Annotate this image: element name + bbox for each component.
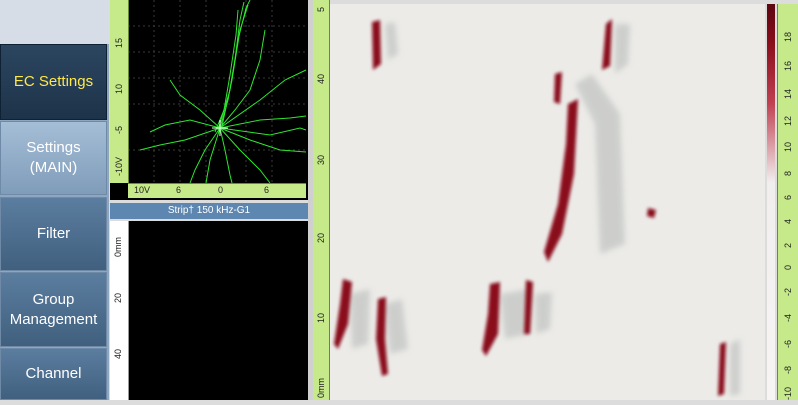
cscan-vtick-4: 20 — [316, 232, 326, 243]
menu-item-filter[interactable]: Filter — [0, 197, 107, 271]
impedance-plane-plot — [128, 0, 307, 184]
impedance-horizontal-ruler: 10V 6 0 6 — [128, 183, 306, 198]
scale-tick-2: 16 — [783, 60, 793, 71]
cscan-color-palette — [767, 4, 775, 400]
menu-item-group-management[interactable]: Group Management — [0, 272, 107, 347]
scale-tick-9: 2 — [783, 242, 793, 248]
liss-vtick-3: -5 — [114, 125, 124, 134]
cscan-vtick-6: 0mm — [316, 378, 326, 398]
liss-htick-2: 6 — [176, 185, 182, 195]
scale-tick-1: 18 — [783, 31, 793, 42]
cscan-image — [334, 19, 740, 396]
scale-tick-7: 6 — [783, 194, 793, 200]
scale-tick-4: 12 — [783, 115, 793, 126]
menu-item-channel[interactable]: Channel — [0, 348, 107, 400]
strip-vtick-2: 20 — [113, 292, 123, 303]
strip-vertical-ruler: 0mm 20 40 — [110, 221, 129, 400]
scale-tick-12: -4 — [783, 313, 793, 322]
scale-tick-10: 0 — [783, 264, 793, 270]
cscan-view[interactable] — [330, 4, 765, 400]
liss-htick-1: 10V — [134, 185, 151, 195]
side-menu: EC Settings Settings (MAIN) Filter Group… — [0, 0, 109, 400]
menu-top-spacer — [0, 0, 109, 44]
scale-tick-11: -2 — [783, 287, 793, 296]
strip-vtick-3: 40 — [113, 348, 123, 359]
cscan-vtick-1: 5 — [316, 6, 326, 12]
scale-tick-15: -10 — [783, 386, 793, 400]
menu-item-settings-main[interactable]: Settings (MAIN) — [0, 121, 107, 195]
cscan-vtick-2: 40 — [316, 73, 326, 84]
cscan-shadows — [350, 22, 740, 396]
menu-item-ec-settings[interactable]: EC Settings — [0, 44, 107, 120]
cscan-vtick-5: 10 — [316, 312, 326, 323]
scale-tick-14: -8 — [783, 365, 793, 374]
impedance-vertical-ruler: 15 10 -5 -10V — [110, 0, 129, 183]
scale-tick-5: 10 — [783, 141, 793, 152]
liss-htick-3: 0 — [218, 185, 224, 195]
scale-tick-6: 8 — [783, 170, 793, 176]
scale-tick-3: 14 — [783, 88, 793, 99]
cscan-amplitude-scale: 18 16 14 12 10 8 6 4 2 0 -2 -4 -6 -8 -10 — [777, 4, 798, 400]
cscan-vertical-ruler: 5 40 30 20 10 0mm — [313, 0, 330, 400]
impedance-plane-view[interactable] — [110, 0, 310, 200]
strip-vtick-1: 0mm — [113, 237, 123, 257]
scale-tick-8: 4 — [783, 218, 793, 224]
strip-channel-label: Strip† 150 kHz-G1 — [110, 203, 308, 219]
strip-chart-view[interactable] — [129, 221, 308, 400]
liss-vtick-4: -10V — [114, 156, 124, 176]
liss-htick-4: 6 — [264, 185, 270, 195]
liss-vtick-1: 15 — [114, 37, 124, 48]
liss-vtick-2: 10 — [114, 83, 124, 94]
cscan-vtick-3: 30 — [316, 154, 326, 165]
scale-tick-13: -6 — [783, 339, 793, 348]
